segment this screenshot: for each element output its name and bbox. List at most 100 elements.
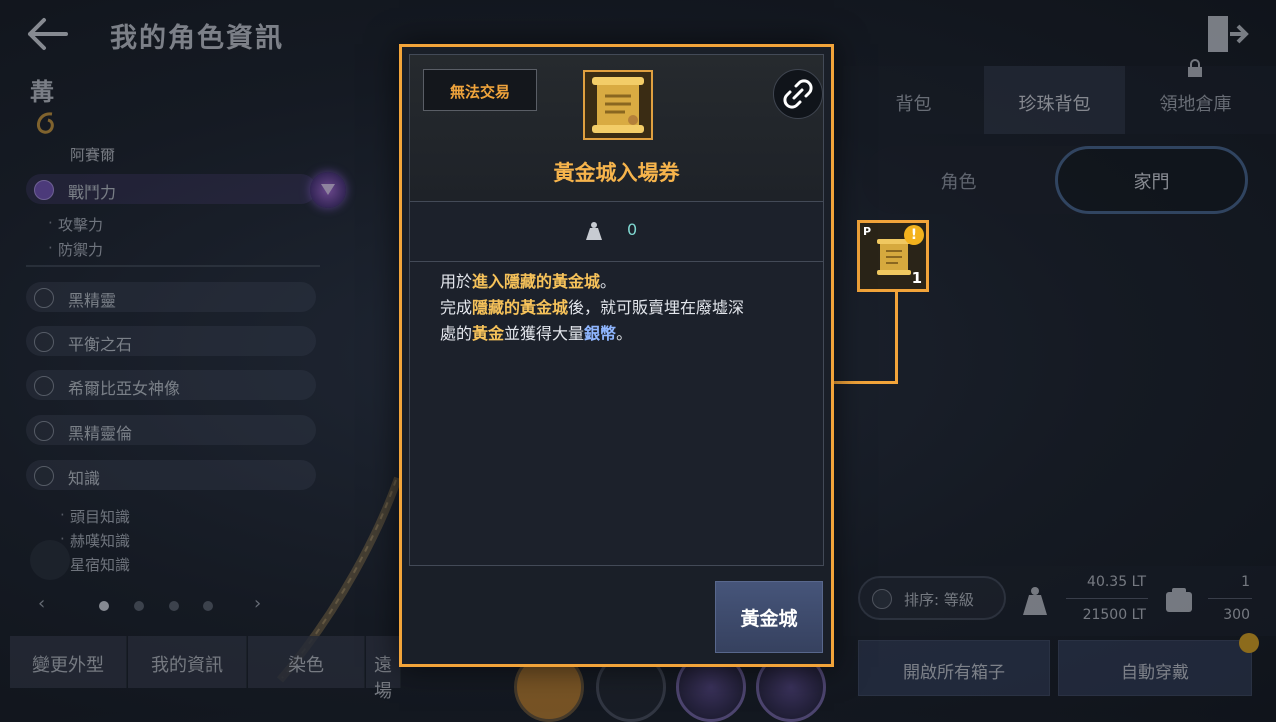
book-icon xyxy=(34,466,54,486)
warning-icon: ! xyxy=(904,225,924,245)
category-balance-stone[interactable]: 平衡之石 xyxy=(26,326,316,356)
auto-equip-button[interactable]: 自動穿戴 xyxy=(1058,633,1259,696)
description-line: 完成隱藏的黃金城後，就可販賣埋在廢墟深 xyxy=(440,295,800,321)
lock-icon xyxy=(1188,59,1202,77)
owner-segment-control: 角色 家門 xyxy=(862,146,1248,214)
knowledge-item: 赫嘆知識 xyxy=(60,530,130,551)
pager-dot-active[interactable] xyxy=(99,601,109,611)
item-name: 黃金城入場券 xyxy=(553,161,680,185)
category-black-spirit[interactable]: 黑精靈 xyxy=(26,282,316,312)
tab-label: 珍珠背包 xyxy=(1018,94,1091,115)
tab-label: 我的資訊 xyxy=(151,655,223,676)
bag-slots-icon xyxy=(1166,588,1192,612)
item-weight-value: 0 xyxy=(627,220,638,239)
item-tooltip-popup: 無法交易 黃金城入場券 0 用於進入隱藏的黃金城。 完成隱藏的黃金城後，就可販賣… xyxy=(399,44,834,667)
divider xyxy=(26,265,320,267)
description-line: 處的黃金並獲得大量銀幣。 xyxy=(440,321,800,347)
item-icon-frame xyxy=(583,70,653,140)
weight-divider xyxy=(1066,598,1148,599)
exit-icon[interactable] xyxy=(1204,12,1250,56)
trade-status-badge: 無法交易 xyxy=(423,69,537,111)
combat-power-badge-icon[interactable] xyxy=(310,172,346,208)
weight-max: 21500 LT xyxy=(1082,607,1146,623)
combat-power-icon xyxy=(34,180,54,200)
slots-used: 1 xyxy=(1241,574,1250,590)
category-label: 平衡之石 xyxy=(68,335,133,354)
desc-text: 完成 xyxy=(440,298,473,317)
category-label: 黑精靈倫 xyxy=(68,424,133,443)
button-label: 開啟所有箱子 xyxy=(903,663,1005,683)
category-goddess-statue[interactable]: 希爾比亞女神像 xyxy=(26,370,316,400)
golden-city-button[interactable]: 黃金城 xyxy=(715,581,823,653)
tab-bag[interactable]: 背包 xyxy=(843,66,984,134)
black-spirit-icon xyxy=(34,288,54,308)
item-description: 用於進入隱藏的黃金城。 完成隱藏的黃金城後，就可販賣埋在廢墟深 處的黃金並獲得大… xyxy=(440,269,800,347)
rank-glyph: 冓 xyxy=(30,78,54,106)
pager-dot[interactable] xyxy=(134,601,144,611)
weight-icon xyxy=(1023,587,1047,615)
inventory-slot-golden-city-ticket[interactable]: P ! 1 xyxy=(857,220,929,292)
desc-text: 並獲得大量 xyxy=(504,324,585,343)
category-spirit-wheel[interactable]: 黑精靈倫 xyxy=(26,415,316,445)
balance-stone-icon xyxy=(34,332,54,352)
pager-next-arrow[interactable]: › xyxy=(254,593,261,614)
pager-dot[interactable] xyxy=(203,601,213,611)
statue-icon xyxy=(34,376,54,396)
pager-prev-arrow[interactable]: ‹ xyxy=(38,593,45,614)
desc-text: 用於 xyxy=(440,272,473,291)
combat-power-row[interactable]: 戰鬥力 xyxy=(26,174,316,204)
tab-pearl-bag[interactable]: 珍珠背包 xyxy=(984,66,1125,134)
sort-icon xyxy=(872,589,892,609)
tab-dye[interactable]: 染色 xyxy=(248,636,365,688)
tab-label: 領地倉庫 xyxy=(1159,94,1232,115)
tab-label: 變更外型 xyxy=(32,655,104,676)
wheel-icon xyxy=(34,421,54,441)
weight-current: 40.35 LT xyxy=(1087,574,1146,590)
segment-label: 角色 xyxy=(940,172,977,193)
sort-button[interactable]: 排序: 等級 xyxy=(858,576,1006,620)
family-name: 阿賽爾 xyxy=(70,146,116,164)
inventory-tabs: 背包 珍珠背包 領地倉庫 xyxy=(843,66,1276,134)
button-label: 黃金城 xyxy=(740,608,798,630)
tab-label: 背包 xyxy=(895,94,932,115)
pearl-badge: P xyxy=(863,225,872,238)
stat-attack: 攻擊力 xyxy=(48,214,103,235)
slots-divider xyxy=(1208,598,1252,599)
desc-highlight: 進入隱藏的黃金城 xyxy=(472,272,601,291)
item-quantity: 1 xyxy=(911,269,922,287)
button-label: 自動穿戴 xyxy=(1121,663,1189,683)
open-all-boxes-button[interactable]: 開啟所有箱子 xyxy=(858,640,1050,696)
knowledge-item: 頭目知識 xyxy=(60,506,130,527)
category-label: 黑精靈 xyxy=(68,291,117,310)
description-line: 用於進入隱藏的黃金城。 xyxy=(440,269,800,295)
desc-highlight: 黃金 xyxy=(472,324,505,343)
character-silhouette xyxy=(30,540,70,580)
tab-remote[interactable]: 遠場 xyxy=(366,636,401,702)
segment-character[interactable]: 角色 xyxy=(862,146,1055,214)
combat-power-label: 戰鬥力 xyxy=(68,183,117,202)
notification-dot xyxy=(1239,633,1259,653)
tab-my-info[interactable]: 我的資訊 xyxy=(128,636,247,688)
desc-text: 。 xyxy=(616,324,633,343)
desc-text: 處的 xyxy=(440,324,473,343)
sort-label: 排序: 等級 xyxy=(904,591,974,609)
trade-status-label: 無法交易 xyxy=(449,83,510,101)
link-icon xyxy=(783,79,813,109)
desc-highlight: 隱藏的黃金城 xyxy=(472,298,569,317)
desc-highlight-currency: 銀幣 xyxy=(584,324,617,343)
tab-label: 染色 xyxy=(288,655,324,676)
link-button[interactable] xyxy=(773,69,823,119)
tooltip-content: 無法交易 黃金城入場券 0 用於進入隱藏的黃金城。 完成隱藏的黃金城後，就可販賣… xyxy=(409,54,824,566)
category-label: 知識 xyxy=(68,469,101,488)
connector-line xyxy=(895,292,898,384)
tab-label: 遠場 xyxy=(374,655,392,702)
back-arrow-icon[interactable] xyxy=(22,14,72,54)
category-label: 希爾比亞女神像 xyxy=(68,379,181,398)
stat-defense: 防禦力 xyxy=(48,239,103,260)
pager-dot[interactable] xyxy=(169,601,179,611)
golden-scroll-icon xyxy=(592,77,644,133)
desc-text: 後，就可販賣埋在廢墟深 xyxy=(568,298,745,317)
weight-icon xyxy=(586,222,602,240)
segment-family[interactable]: 家門 xyxy=(1055,146,1248,214)
tab-change-appearance[interactable]: 變更外型 xyxy=(10,636,127,688)
